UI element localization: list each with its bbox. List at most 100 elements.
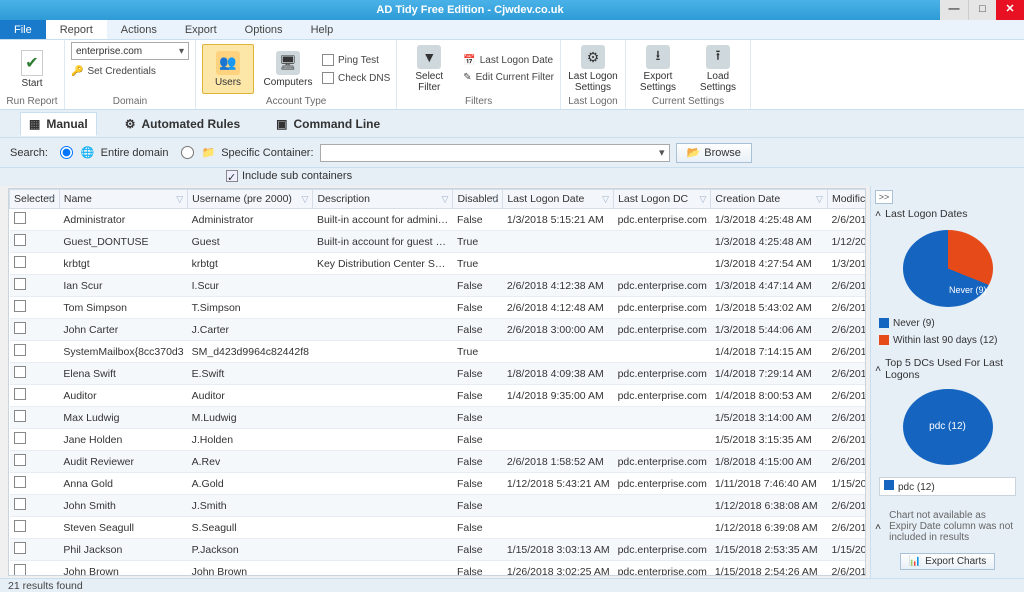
export-settings-button[interactable]: ⭳ Export Settings	[632, 44, 684, 94]
pencil-icon: ✎	[463, 72, 471, 83]
load-settings-button[interactable]: ⭱ Load Settings	[692, 44, 744, 94]
filter-icon[interactable]: ▽	[816, 194, 823, 205]
globe-icon: 🌐	[81, 146, 95, 159]
row-checkbox[interactable]	[14, 432, 26, 444]
filter-icon[interactable]: ▽	[491, 194, 498, 205]
row-checkbox[interactable]	[14, 366, 26, 378]
col-disabled[interactable]: Disabled▽	[453, 190, 503, 209]
menu-report[interactable]: Report	[46, 20, 107, 39]
results-grid[interactable]: Selected▽Name▽Username (pre 2000)▽Descri…	[8, 188, 866, 576]
table-row[interactable]: John SmithJ.SmithFalse1/12/2018 6:38:08 …	[10, 495, 867, 517]
menu-help[interactable]: Help	[297, 20, 348, 39]
cell-user: A.Gold	[188, 473, 313, 495]
row-checkbox[interactable]	[14, 498, 26, 510]
table-row[interactable]: John BrownJohn BrownFalse1/26/2018 3:02:…	[10, 561, 867, 577]
row-checkbox[interactable]	[14, 410, 26, 422]
filter-icon[interactable]: ▽	[442, 194, 449, 205]
col-creation-date[interactable]: Creation Date▽	[711, 190, 828, 209]
browse-button[interactable]: 📂Browse	[676, 143, 752, 163]
row-checkbox[interactable]	[14, 344, 26, 356]
start-button[interactable]: ✔ Start	[6, 44, 58, 94]
table-row[interactable]: Max LudwigM.LudwigFalse1/5/2018 3:14:00 …	[10, 407, 867, 429]
filter-icon[interactable]: ▽	[602, 194, 609, 205]
include-sub-checkbox[interactable]: ✓	[226, 170, 238, 182]
menu-options[interactable]: Options	[231, 20, 297, 39]
tab-automated-rules[interactable]: ⚙Automated Rules	[117, 113, 248, 135]
maximize-button[interactable]: □	[968, 0, 996, 20]
select-filter-button[interactable]: ▼ Select Filter	[403, 44, 455, 94]
row-checkbox-cell	[10, 561, 60, 577]
row-checkbox[interactable]	[14, 388, 26, 400]
cell-mod: 1/12/2018 6:39:58 AM	[827, 231, 866, 253]
menu-file[interactable]: File	[0, 20, 46, 39]
col-selected[interactable]: Selected▽	[10, 190, 60, 209]
close-button[interactable]: ✕	[996, 0, 1024, 20]
row-checkbox[interactable]	[14, 322, 26, 334]
table-row[interactable]: Ian ScurI.ScurFalse2/6/2018 4:12:38 AMpd…	[10, 275, 867, 297]
col-modification-date[interactable]: Modification Date▽	[827, 190, 866, 209]
menu-actions[interactable]: Actions	[107, 20, 171, 39]
menu-export[interactable]: Export	[171, 20, 231, 39]
col-name[interactable]: Name▽	[59, 190, 187, 209]
row-checkbox[interactable]	[14, 476, 26, 488]
last-logon-dates-header: ˄Last Logon Dates	[875, 208, 1020, 220]
table-row[interactable]: Anna GoldA.GoldFalse1/12/2018 5:43:21 AM…	[10, 473, 867, 495]
group-filters: ▼ Select Filter 📅Last Logon Date ✎Edit C…	[397, 40, 561, 109]
table-row[interactable]: Jane HoldenJ.HoldenFalse1/5/2018 3:15:35…	[10, 429, 867, 451]
table-row[interactable]: Tom SimpsonT.SimpsonFalse2/6/2018 4:12:4…	[10, 297, 867, 319]
table-row[interactable]: Guest_DONTUSEGuestBuilt-in account for g…	[10, 231, 867, 253]
collapse-panel-button[interactable]: >>	[875, 190, 893, 204]
cell-name: Max Ludwig	[59, 407, 187, 429]
table-row[interactable]: Elena SwiftE.SwiftFalse1/8/2018 4:09:38 …	[10, 363, 867, 385]
table-row[interactable]: krbtgtkrbtgtKey Distribution Center Serv…	[10, 253, 867, 275]
cell-user: Guest	[188, 231, 313, 253]
col-last-logon-date[interactable]: Last Logon Date▽	[503, 190, 614, 209]
row-checkbox[interactable]	[14, 234, 26, 246]
cell-user: SM_d423d9964c82442f8	[188, 341, 313, 363]
tab-command-line[interactable]: ▣Command Line	[268, 113, 388, 135]
filter-icon[interactable]: ▽	[176, 194, 183, 205]
radio-entire-domain[interactable]	[60, 146, 73, 159]
check-dns-checkbox[interactable]: Check DNS	[322, 72, 390, 84]
tab-manual[interactable]: ▦Manual	[20, 112, 97, 136]
ping-test-checkbox[interactable]: Ping Test	[322, 54, 390, 66]
row-checkbox[interactable]	[14, 278, 26, 290]
users-button[interactable]: 👥 Users	[202, 44, 254, 94]
filter-icon[interactable]: ▽	[48, 194, 55, 205]
radio-specific-container[interactable]	[181, 146, 194, 159]
table-row[interactable]: Phil JacksonP.JacksonFalse1/15/2018 3:03…	[10, 539, 867, 561]
table-row[interactable]: Steven SeagullS.SeagullFalse1/12/2018 6:…	[10, 517, 867, 539]
table-row[interactable]: AuditorAuditorFalse1/4/2018 9:35:00 AMpd…	[10, 385, 867, 407]
results-table: Selected▽Name▽Username (pre 2000)▽Descri…	[9, 189, 866, 576]
filter-icon[interactable]: ▽	[302, 194, 309, 205]
export-charts-button[interactable]: 📊Export Charts	[900, 553, 996, 570]
row-checkbox[interactable]	[14, 542, 26, 554]
table-row[interactable]: Audit ReviewerA.RevFalse2/6/2018 1:58:52…	[10, 451, 867, 473]
col-last-logon-dc[interactable]: Last Logon DC▽	[614, 190, 711, 209]
last-logon-settings-button[interactable]: ⚙ Last Logon Settings	[567, 44, 619, 94]
col-description[interactable]: Description▽	[313, 190, 453, 209]
row-checkbox[interactable]	[14, 300, 26, 312]
group-label-run-report: Run Report	[6, 96, 58, 109]
container-path-combo[interactable]	[320, 144, 670, 162]
edit-current-filter[interactable]: ✎Edit Current Filter	[463, 72, 554, 83]
domain-combo[interactable]: enterprise.com	[71, 42, 189, 60]
table-row[interactable]: John CarterJ.CarterFalse2/6/2018 3:00:00…	[10, 319, 867, 341]
row-checkbox[interactable]	[14, 454, 26, 466]
set-credentials-button[interactable]: 🔑 Set Credentials	[71, 66, 156, 77]
cell-mod: 1/15/2018 2:42:35 AM	[827, 473, 866, 495]
row-checkbox[interactable]	[14, 564, 26, 576]
cell-dis: True	[453, 341, 503, 363]
computers-button[interactable]: 🖥 Computers	[262, 44, 314, 94]
row-checkbox[interactable]	[14, 520, 26, 532]
row-checkbox[interactable]	[14, 212, 26, 224]
cell-cre: 1/3/2018 4:47:14 AM	[711, 275, 828, 297]
row-checkbox[interactable]	[14, 256, 26, 268]
table-row[interactable]: SystemMailbox{8cc370d3SM_d423d9964c82442…	[10, 341, 867, 363]
last-logon-date-filter[interactable]: 📅Last Logon Date	[463, 55, 554, 66]
cell-lld: 1/3/2018 5:15:21 AM	[503, 209, 614, 231]
filter-icon[interactable]: ▽	[699, 194, 706, 205]
minimize-button[interactable]: —	[940, 0, 968, 20]
col-username-pre-2000-[interactable]: Username (pre 2000)▽	[188, 190, 313, 209]
table-row[interactable]: AdministratorAdministratorBuilt-in accou…	[10, 209, 867, 231]
